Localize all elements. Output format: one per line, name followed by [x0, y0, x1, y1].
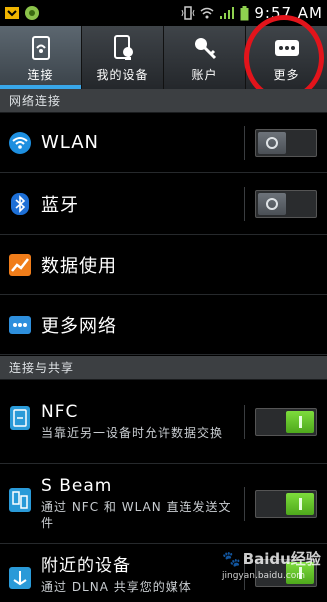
tab-accounts[interactable]: 账户	[164, 26, 246, 89]
sbeam-icon	[9, 488, 31, 512]
row-wlan[interactable]: WLAN	[0, 113, 327, 173]
connection-icon	[31, 35, 50, 60]
key-icon	[194, 37, 216, 59]
row-s-beam[interactable]: S Beam 通过 NFC 和 WLAN 直连发送文件	[0, 464, 327, 544]
more-networks-icon	[9, 315, 31, 334]
signal-icon	[220, 7, 235, 19]
nearby-devices-icon	[9, 567, 31, 589]
wifi-icon	[200, 7, 214, 19]
status-bar: 9:57 AM	[0, 0, 327, 26]
android-debug-icon	[5, 7, 19, 19]
device-icon	[113, 34, 133, 60]
clock: 9:57 AM	[254, 4, 323, 22]
settings-tab-bar: 连接 我的设备 账户 更多	[0, 26, 327, 89]
baidu-watermark: 🐾 Baidu经验 jingyan.baidu.com	[222, 549, 321, 582]
wifi-icon	[9, 131, 31, 154]
tab-more[interactable]: 更多	[246, 26, 327, 89]
tab-my-device[interactable]: 我的设备	[82, 26, 164, 89]
vibrate-icon	[181, 6, 195, 20]
nfc-toggle[interactable]	[255, 407, 317, 436]
bluetooth-icon	[11, 192, 29, 215]
tab-connections[interactable]: 连接	[0, 26, 82, 89]
row-more-networks[interactable]: 更多网络	[0, 295, 327, 355]
app-notification-icon	[25, 6, 39, 20]
row-bluetooth[interactable]: 蓝牙	[0, 173, 327, 235]
s-beam-toggle[interactable]	[255, 489, 317, 518]
row-nfc[interactable]: NFC 当靠近另一设备时允许数据交换	[0, 380, 327, 464]
data-usage-icon	[9, 253, 31, 276]
wlan-toggle[interactable]	[255, 128, 317, 157]
more-dots-icon	[274, 39, 299, 56]
section-header-connect-share: 连接与共享	[0, 356, 327, 380]
paw-icon: 🐾	[222, 549, 241, 568]
row-data-usage[interactable]: 数据使用	[0, 235, 327, 295]
bluetooth-toggle[interactable]	[255, 189, 317, 218]
nfc-icon	[10, 406, 30, 430]
battery-icon	[240, 5, 249, 20]
section-header-network: 网络连接	[0, 89, 327, 113]
